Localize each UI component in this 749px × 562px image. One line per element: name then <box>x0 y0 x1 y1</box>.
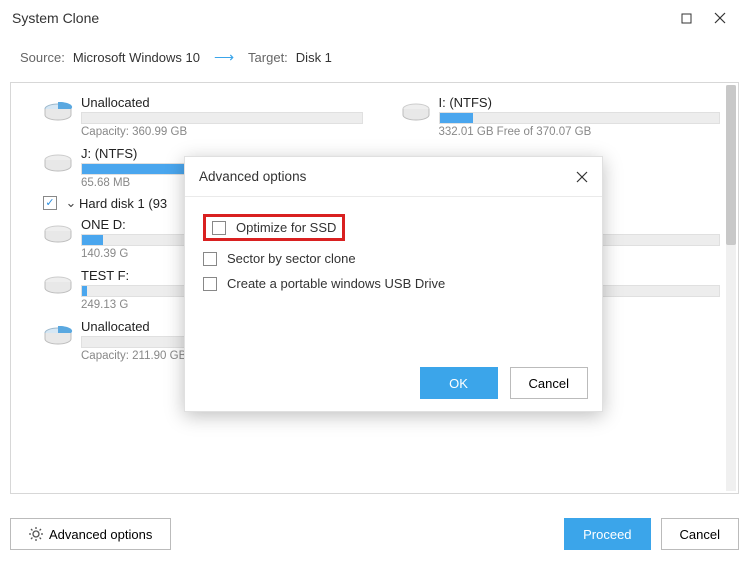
advanced-options-label: Advanced options <box>49 527 152 542</box>
usage-bar <box>81 112 363 124</box>
source-value: Microsoft Windows 10 <box>73 50 200 65</box>
cancel-button[interactable]: Cancel <box>661 518 739 550</box>
option-portable-usb[interactable]: Create a portable windows USB Drive <box>203 271 584 296</box>
source-target-bar: Source: Microsoft Windows 10 ⟶ Target: D… <box>10 40 739 74</box>
disk-icon <box>393 95 439 138</box>
dialog-ok-button[interactable]: OK <box>420 367 498 399</box>
disk-icon <box>35 319 81 362</box>
option-label: Sector by sector clone <box>227 251 356 266</box>
scrollbar[interactable] <box>726 85 736 491</box>
dialog-title: Advanced options <box>199 169 576 184</box>
close-button[interactable] <box>703 4 737 32</box>
disk-icon <box>35 268 81 311</box>
maximize-button[interactable] <box>669 4 703 32</box>
partition-name: Unallocated <box>81 95 363 110</box>
partition-unallocated-top[interactable]: Unallocated Capacity: 360.99 GB <box>35 91 363 142</box>
dialog-close-button[interactable] <box>576 171 588 183</box>
checkbox-sector[interactable] <box>203 252 217 266</box>
footer: Advanced options Proceed Cancel <box>0 506 749 562</box>
maximize-icon <box>681 13 692 24</box>
partition-capacity: Capacity: 360.99 GB <box>81 126 363 138</box>
titlebar: System Clone <box>0 0 749 36</box>
option-optimize-ssd[interactable]: Optimize for SSD <box>203 209 584 246</box>
window-title: System Clone <box>12 10 669 26</box>
partition-capacity: 332.01 GB Free of 370.07 GB <box>439 126 721 138</box>
checkbox-usb[interactable] <box>203 277 217 291</box>
disk-icon <box>35 146 81 189</box>
usage-bar <box>439 112 721 124</box>
arrow-icon: ⟶ <box>214 49 234 66</box>
dialog-cancel-button[interactable]: Cancel <box>510 367 588 399</box>
checkbox-ssd[interactable] <box>212 221 226 235</box>
disk-icon <box>35 95 81 138</box>
proceed-button[interactable]: Proceed <box>564 518 650 550</box>
option-label: Create a portable windows USB Drive <box>227 276 445 291</box>
option-label: Optimize for SSD <box>236 220 336 235</box>
target-value: Disk 1 <box>296 50 332 65</box>
partition-name: I: (NTFS) <box>439 95 721 110</box>
dialog-header: Advanced options <box>185 157 602 197</box>
close-icon <box>714 12 726 24</box>
advanced-options-button[interactable]: Advanced options <box>10 518 171 550</box>
scrollbar-thumb[interactable] <box>726 85 736 245</box>
advanced-options-dialog: Advanced options Optimize for SSD Sector… <box>184 156 603 412</box>
target-label: Target: <box>248 50 288 65</box>
source-label: Source: <box>20 50 65 65</box>
close-icon <box>576 171 588 183</box>
disk-title: Hard disk 1 (93 <box>79 196 167 211</box>
partition-i[interactable]: I: (NTFS) 332.01 GB Free of 370.07 GB <box>393 91 721 142</box>
chevron-down-icon[interactable]: ⌄ <box>63 195 79 211</box>
gear-icon <box>29 527 43 541</box>
disk-icon <box>35 217 81 260</box>
disk-checkbox[interactable] <box>43 196 57 210</box>
option-sector-clone[interactable]: Sector by sector clone <box>203 246 584 271</box>
